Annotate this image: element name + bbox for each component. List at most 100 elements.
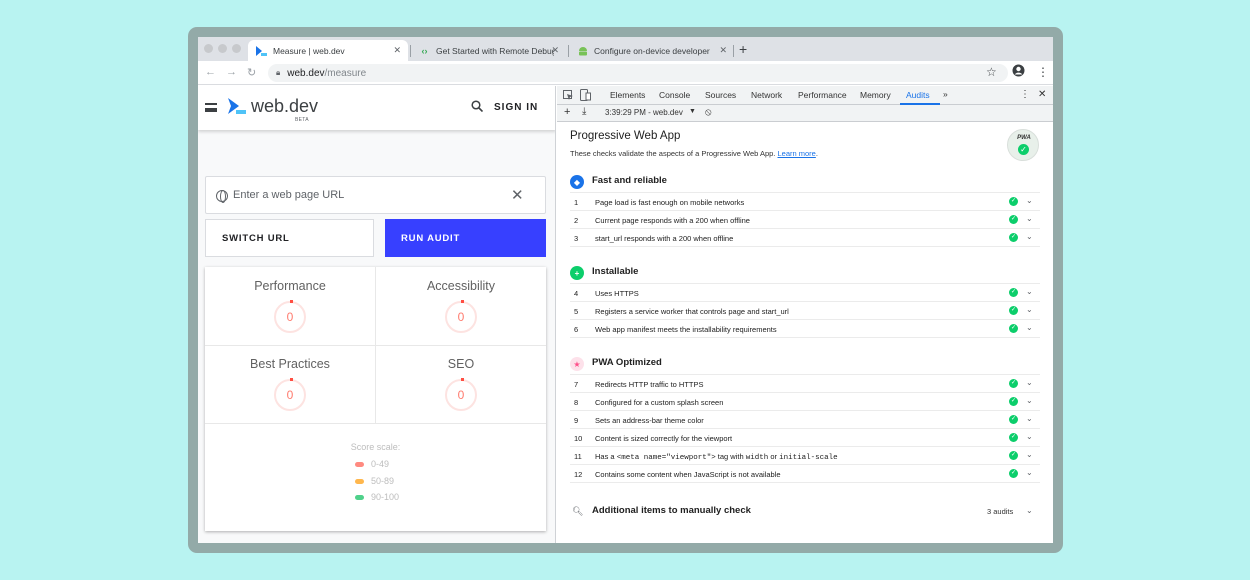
back-arrow-icon[interactable]: ← — [205, 66, 216, 78]
site-brand[interactable]: web.dev — [251, 96, 318, 117]
new-tab-button[interactable]: + — [739, 41, 747, 57]
reload-icon[interactable]: ↻ — [247, 66, 256, 79]
close-window-button[interactable] — [204, 44, 213, 53]
audit-row[interactable]: 4 Uses HTTPS ✓ ⌄ — [570, 283, 1040, 301]
audit-row[interactable]: 1 Page load is fast enough on mobile netw… — [570, 192, 1040, 210]
audits-toolbar: + ⤓ 3:39:29 PM - web.dev ▼ ⦸ — [557, 105, 1053, 122]
url-input[interactable] — [233, 186, 503, 204]
audit-number: 8 — [574, 398, 579, 407]
profile-avatar-icon[interactable] — [1012, 64, 1025, 80]
shield-icon: ◆ — [570, 175, 584, 189]
device-toolbar-icon[interactable] — [580, 89, 591, 101]
more-tabs-icon[interactable]: » — [943, 89, 948, 99]
clear-reports-icon[interactable]: ⦸ — [705, 107, 712, 118]
manual-check-title: Additional items to manually check — [592, 505, 751, 516]
browser-menu-icon[interactable]: ⋮ — [1037, 65, 1049, 79]
audit-row[interactable]: 2 Current page responds with a 200 when o… — [570, 210, 1040, 228]
audit-number: 12 — [574, 470, 583, 479]
tab-strip: Measure | web.dev ✕ ‹› Get Started with … — [198, 37, 1053, 61]
category-title: Progressive Web App — [570, 130, 681, 142]
score-scale-mid: 50-89 — [355, 476, 394, 486]
devtools-tab-sources[interactable]: Sources — [705, 90, 736, 100]
audit-number: 7 — [574, 380, 579, 389]
score-gauge: 0 — [445, 300, 477, 333]
browser-tab-remote-debugging[interactable]: ‹› Get Started with Remote Debugging ✕ — [411, 40, 566, 61]
devtools-tab-console[interactable]: Console — [659, 90, 690, 100]
devtools-tab-audits[interactable]: Audits — [906, 90, 930, 100]
browser-tab-device-options[interactable]: Configure on-device developer options ✕ — [569, 40, 734, 61]
score-divider — [205, 345, 546, 346]
devtools-menu-icon[interactable]: ⋮ — [1020, 89, 1030, 100]
audit-row[interactable]: 8 Configured for a custom splash screen ✓ ⌄ — [570, 392, 1040, 410]
devtools-tab-memory[interactable]: Memory — [860, 90, 891, 100]
devtools-tab-network[interactable]: Network — [751, 90, 782, 100]
audit-row[interactable]: 11 Has a <meta name="viewport"> tag with … — [570, 446, 1040, 464]
tab-title: Measure | web.dev — [273, 45, 345, 56]
audit-number: 9 — [574, 416, 579, 425]
chevron-down-icon: ⌄ — [1026, 232, 1033, 241]
sign-in-button[interactable]: SIGN IN — [494, 102, 538, 113]
pass-check-icon: ✓ — [1009, 233, 1018, 242]
score-gauge: 0 — [445, 378, 477, 411]
search-icon[interactable] — [471, 100, 483, 112]
learn-more-link[interactable]: Learn more — [777, 149, 815, 158]
address-bar[interactable]: 🔒︎ web.dev/measure — [268, 64, 1008, 82]
download-report-icon[interactable]: ⤓ — [582, 106, 586, 117]
close-devtools-icon[interactable]: ✕ — [1038, 89, 1046, 100]
chevron-down-icon: ⌄ — [1026, 378, 1033, 387]
audit-title: Content is sized correctly for the viewp… — [595, 434, 733, 443]
score-scale-low: 0-49 — [355, 459, 389, 469]
chevron-down-icon: ⌄ — [1026, 196, 1033, 205]
score-best-practices: Best Practices 0 — [205, 345, 375, 423]
audit-row[interactable]: 10 Content is sized correctly for the vie… — [570, 428, 1040, 446]
score-gauge: 0 — [274, 300, 306, 333]
audit-row[interactable]: 6 Web app manifest meets the installabili… — [570, 319, 1040, 337]
audit-code: <meta name="viewport"> — [616, 454, 716, 462]
chrome-dev-favicon-icon: ‹› — [421, 45, 428, 56]
audit-report: Progressive Web App These checks validat… — [557, 123, 1053, 543]
audit-title: Redirects HTTP traffic to HTTPS — [595, 380, 704, 389]
group-title: Fast and reliable — [592, 175, 667, 186]
hamburger-menu-icon[interactable] — [205, 103, 217, 112]
score-label: Performance — [254, 279, 326, 293]
audit-row[interactable]: 3 start_url responds with a 200 when offl… — [570, 228, 1040, 246]
pass-check-icon: ✓ — [1009, 379, 1018, 388]
report-selector[interactable]: 3:39:29 PM - web.dev — [605, 108, 683, 117]
browser-tab-measure[interactable]: Measure | web.dev ✕ — [248, 40, 408, 61]
audit-row[interactable]: 5 Registers a service worker that control… — [570, 301, 1040, 319]
devtools-tab-performance[interactable]: Performance — [798, 90, 847, 100]
category-description-text: These checks validate the aspects of a P… — [570, 149, 776, 158]
close-tab-icon[interactable]: ✕ — [393, 45, 401, 56]
devtools-panel: Elements Console Sources Network Perform… — [557, 86, 1053, 543]
audit-row[interactable]: 7 Redirects HTTP traffic to HTTPS ✓ ⌄ — [570, 374, 1040, 392]
pass-check-icon: ✓ — [1009, 215, 1018, 224]
pass-check-icon: ✓ — [1009, 288, 1018, 297]
pass-check-icon: ✓ — [1009, 324, 1018, 333]
devtools-tabbar: Elements Console Sources Network Perform… — [557, 86, 1053, 105]
manual-check-section[interactable]: 🔍︎ Additional items to manually check 3 … — [570, 502, 1040, 522]
close-tab-icon[interactable]: ✕ — [719, 45, 727, 56]
chevron-down-icon: ⌄ — [1026, 450, 1033, 459]
audit-title: Configured for a custom splash screen — [595, 398, 724, 407]
url-path: /measure — [324, 67, 367, 79]
inspect-element-icon[interactable] — [563, 90, 574, 101]
forward-arrow-icon[interactable]: → — [226, 66, 237, 78]
audit-title: Sets an address-bar theme color — [595, 416, 704, 425]
bookmark-star-icon[interactable]: ☆ — [986, 65, 997, 79]
audit-row[interactable]: 9 Sets an address-bar theme color ✓ ⌄ — [570, 410, 1040, 428]
devtools-tab-elements[interactable]: Elements — [610, 90, 645, 100]
run-audit-button[interactable]: RUN AUDIT — [385, 219, 546, 257]
maximize-window-button[interactable] — [232, 44, 241, 53]
chevron-down-icon: ⌄ — [1026, 414, 1033, 423]
audit-number: 6 — [574, 325, 579, 334]
group-end-divider — [570, 482, 1040, 483]
close-tab-icon[interactable]: ✕ — [551, 45, 559, 56]
minimize-window-button[interactable] — [218, 44, 227, 53]
new-audit-icon[interactable]: + — [564, 106, 570, 118]
check-icon: ✓ — [1018, 144, 1029, 155]
score-gauge: 0 — [274, 378, 306, 411]
switch-url-button[interactable]: SWITCH URL — [205, 219, 374, 257]
chevron-down-icon[interactable]: ▼ — [689, 108, 696, 115]
clear-url-icon[interactable]: ✕ — [511, 186, 524, 204]
audit-row[interactable]: 12 Contains some content when JavaScript … — [570, 464, 1040, 482]
